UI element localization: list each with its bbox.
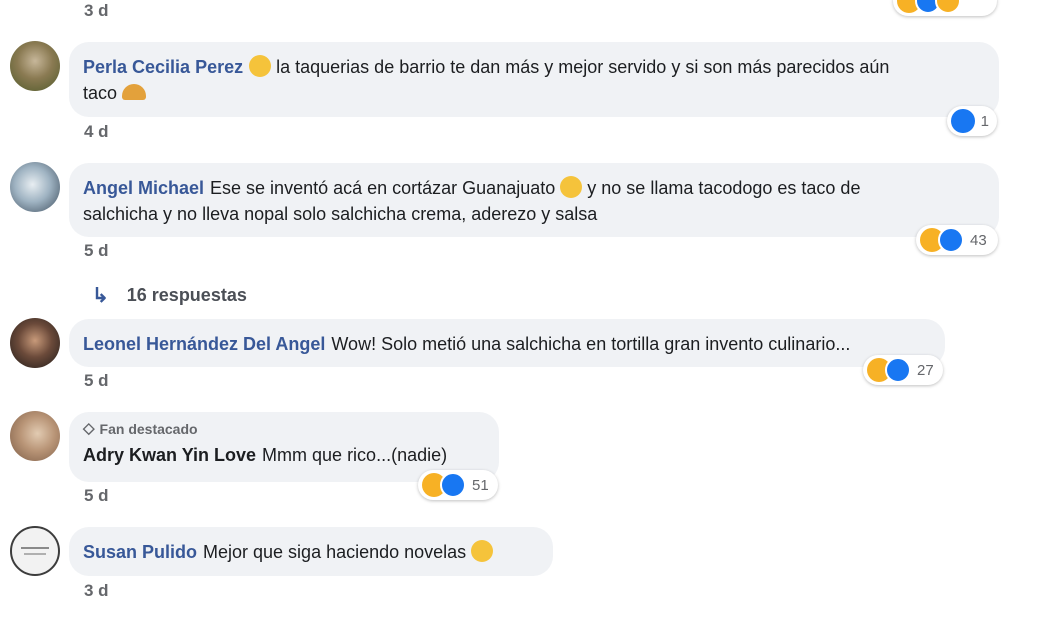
comment-bubble: Leonel Hernández Del Angel Wow! Solo meti… (69, 319, 945, 367)
avatar[interactable] (10, 162, 60, 212)
replies-count[interactable]: 16 respuestas (127, 285, 247, 306)
reply-arrow-icon: ↳ (92, 285, 109, 307)
like-icon (885, 357, 911, 383)
comment-text: la taquerias de barrio te dan más y mejo… (276, 57, 890, 77)
reaction-count: 51 (472, 476, 489, 494)
taco-emoji (122, 84, 147, 100)
comment-author[interactable]: Adry Kwan Yin Love (83, 445, 256, 465)
like-icon (440, 472, 466, 498)
avatar[interactable] (10, 411, 60, 461)
avatar[interactable] (10, 318, 60, 368)
like-icon (951, 109, 975, 133)
reaction-summary[interactable]: 51 (418, 470, 498, 500)
care-icon (935, 0, 961, 14)
comment-timestamp[interactable]: 3 d (84, 1, 109, 21)
comment-bubble: Susan Pulido Mejor que siga haciendo nove… (69, 527, 553, 576)
comment-text: salchicha y no lleva nopal solo salchich… (83, 204, 598, 224)
comment-bubble: Angel Michael Ese se inventó acá en cortá… (69, 163, 999, 237)
diamond-icon: ◇ (83, 420, 95, 437)
avatar[interactable] (10, 526, 60, 576)
reaction-summary[interactable]: 43 (916, 225, 998, 255)
avatar[interactable] (10, 41, 60, 91)
avatar-logo-line (21, 547, 49, 549)
view-replies-link[interactable]: ↳ 16 respuestas (92, 283, 247, 308)
comment-author[interactable]: Perla Cecilia Perez (83, 57, 243, 77)
reaction-count: 1 (980, 112, 989, 130)
comment-text: Mmm que rico...(nadie) (262, 445, 448, 465)
grinning-face-emoji (471, 540, 494, 562)
comment-text: Wow! Solo metió una salchicha en tortill… (331, 334, 851, 354)
comment-text: taco (83, 83, 118, 103)
comment-timestamp[interactable]: 3 d (84, 581, 109, 601)
reaction-count: 27 (917, 361, 934, 379)
reaction-summary[interactable]: 1 (947, 106, 997, 136)
reaction-summary[interactable] (893, 0, 997, 16)
sad-face-emoji (560, 176, 583, 198)
top-fan-badge: ◇ Fan destacado (83, 420, 485, 438)
comment-timestamp[interactable]: 5 d (84, 371, 109, 391)
reaction-summary[interactable]: 27 (863, 355, 943, 385)
comment-author[interactable]: Susan Pulido (83, 542, 197, 562)
comment-timestamp[interactable]: 5 d (84, 486, 109, 506)
avatar-logo-line (24, 553, 46, 555)
comment-text: y no se llama tacodogo es taco de (587, 178, 861, 198)
comment-bubble: Perla Cecilia Perez la taquerias de barr… (69, 42, 999, 117)
comment-timestamp[interactable]: 4 d (84, 122, 109, 142)
comment-text: Ese se inventó acá en cortázar Guanajuat… (210, 178, 556, 198)
top-fan-label: Fan destacado (99, 421, 198, 437)
slightly-smiling-emoji (249, 55, 272, 77)
reaction-count: 43 (970, 231, 987, 249)
like-icon (938, 227, 964, 253)
comment-author[interactable]: Angel Michael (83, 178, 204, 198)
comment-author[interactable]: Leonel Hernández Del Angel (83, 334, 325, 354)
comment-timestamp[interactable]: 5 d (84, 241, 109, 261)
comment-text: Mejor que siga haciendo novelas (203, 542, 467, 562)
